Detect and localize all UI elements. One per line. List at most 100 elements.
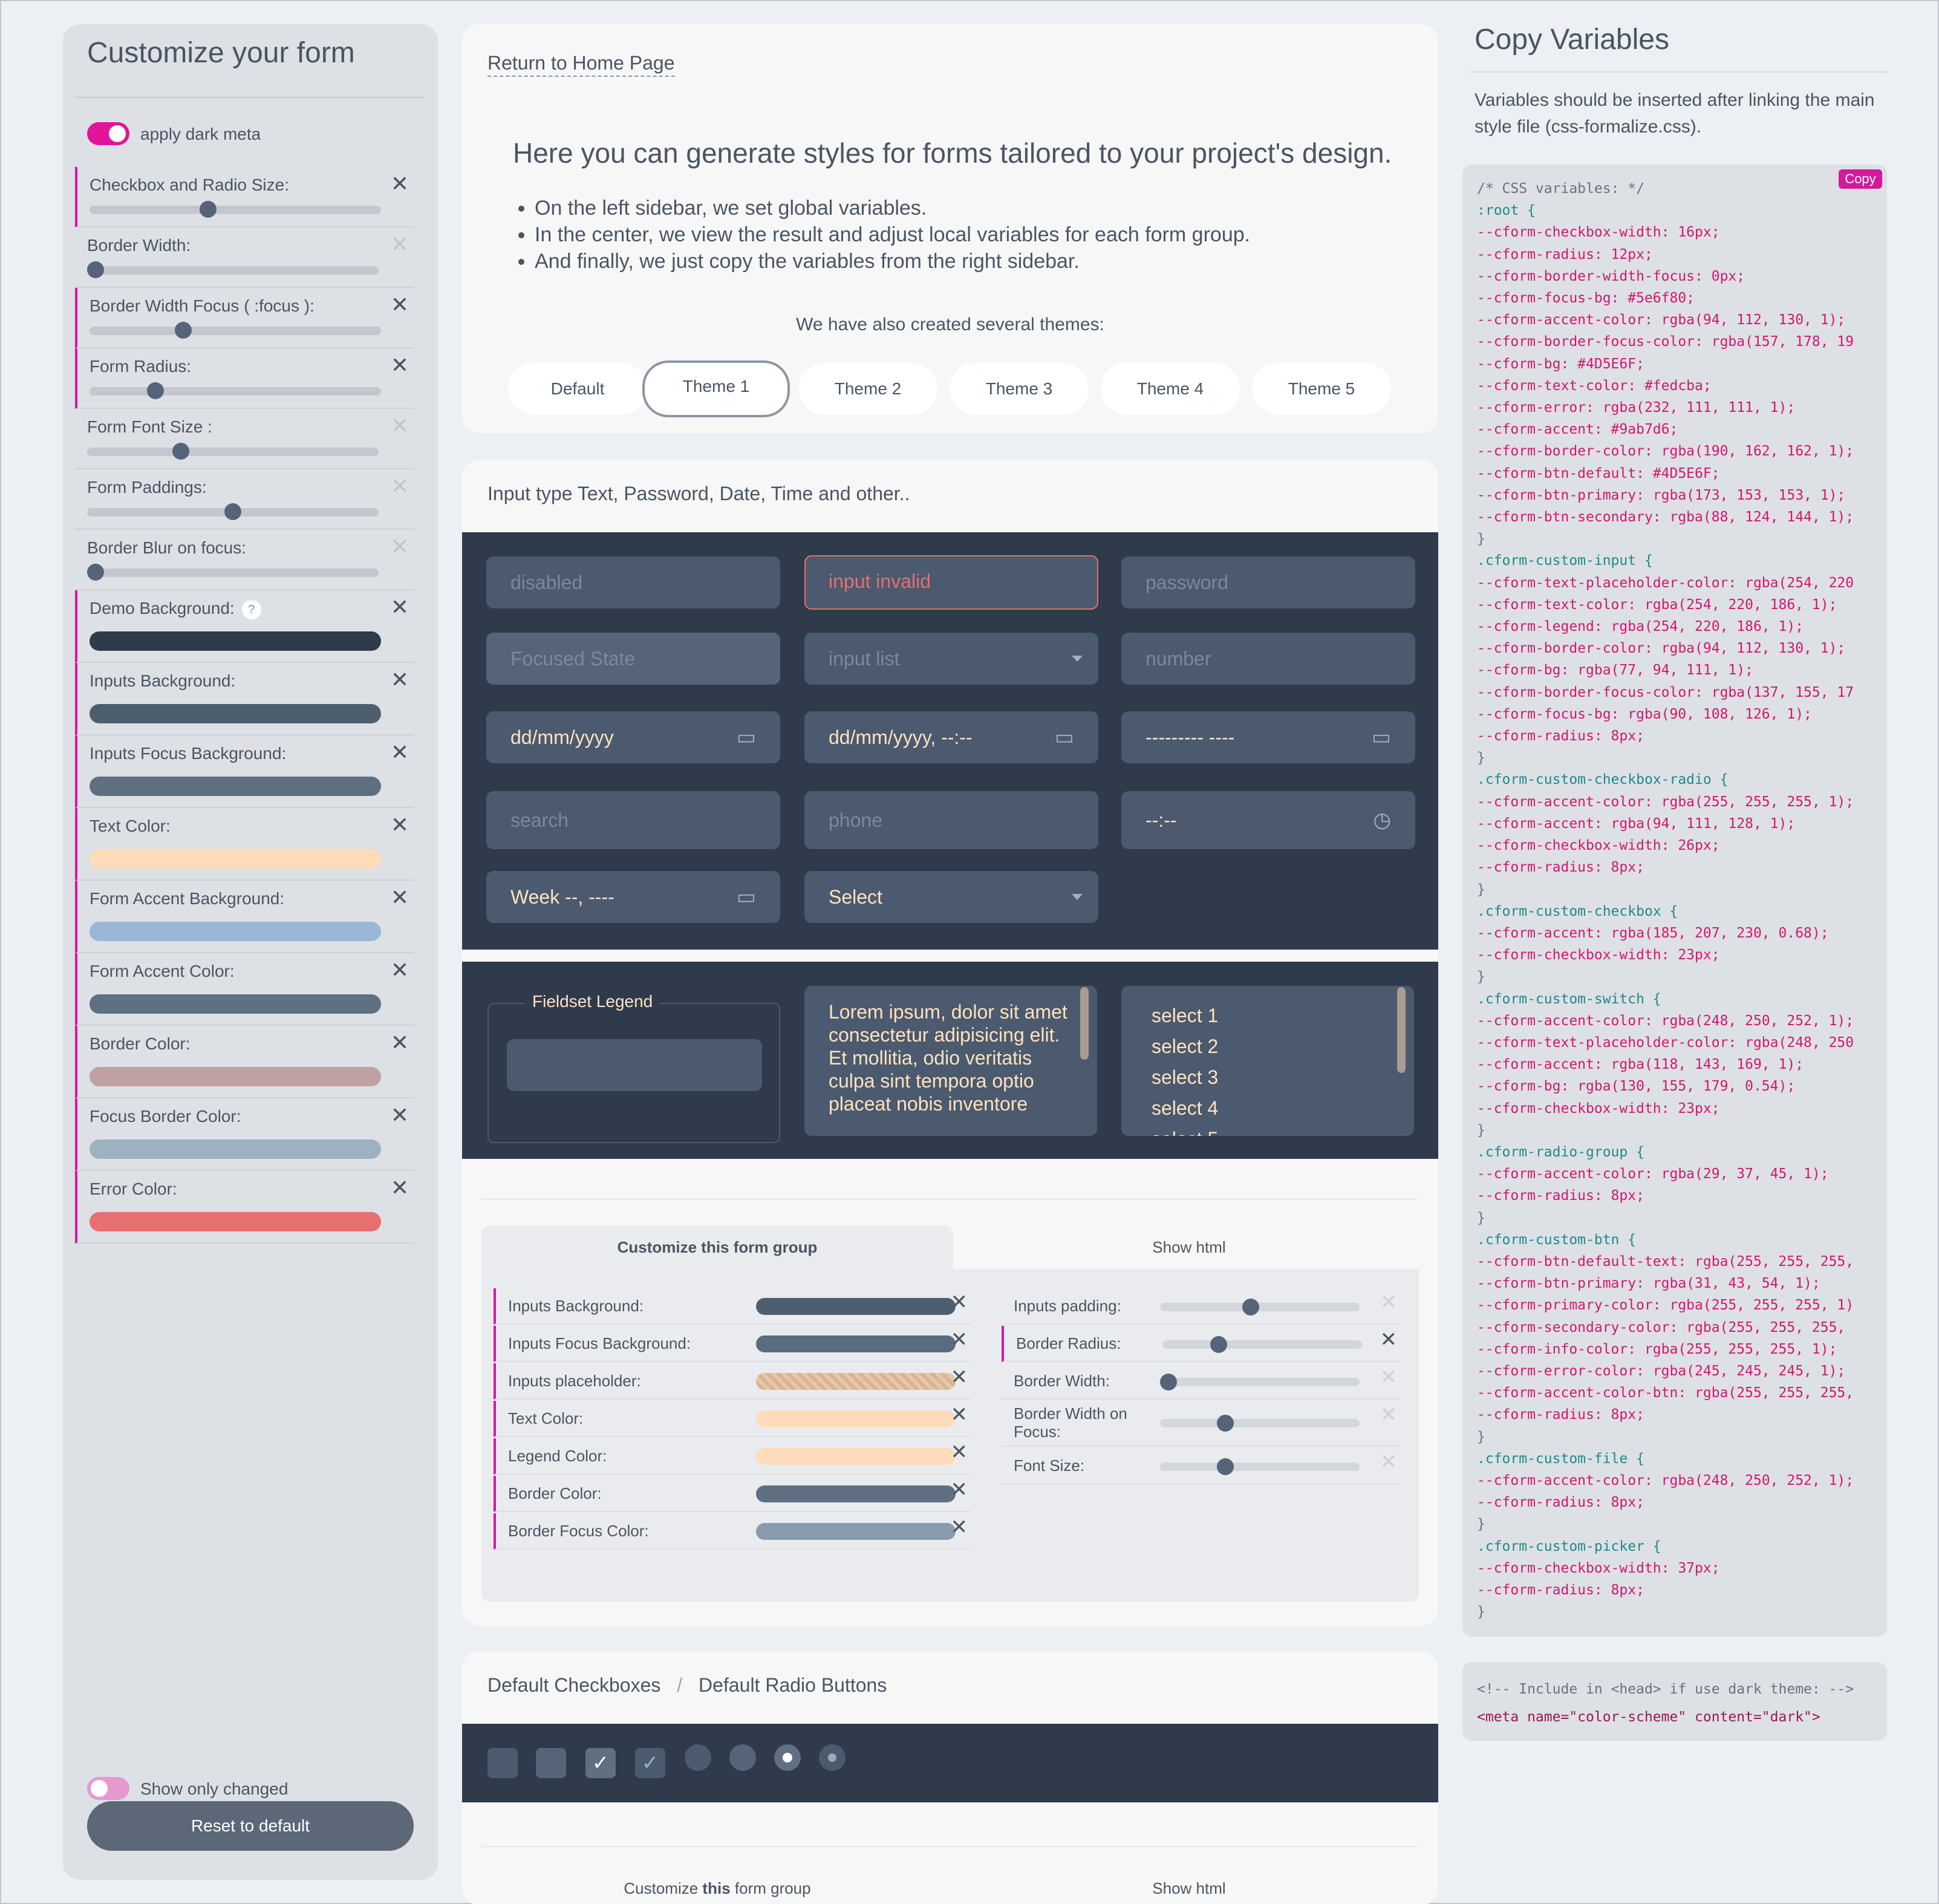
color-swatch[interactable]: [756, 1410, 956, 1427]
slider-track[interactable]: [1160, 1374, 1360, 1391]
reset-setting-icon[interactable]: ✕: [951, 1292, 968, 1312]
multi-select[interactable]: select 1 select 2 select 3 select 4 sele…: [1121, 986, 1414, 1136]
select-input[interactable]: Select: [804, 871, 1098, 923]
reset-setting-icon[interactable]: ✕: [1380, 1292, 1398, 1312]
color-swatch[interactable]: [90, 631, 381, 651]
color-swatch[interactable]: [756, 1298, 956, 1315]
theme-default-button[interactable]: Default: [508, 363, 647, 415]
dark-meta-toggle[interactable]: [87, 122, 129, 145]
color-swatch[interactable]: [90, 704, 381, 723]
slider-track[interactable]: [1160, 1415, 1360, 1432]
checkbox[interactable]: [487, 1748, 518, 1778]
clock-icon[interactable]: ◷: [1373, 791, 1391, 849]
reset-setting-icon[interactable]: ✕: [391, 669, 409, 691]
reset-setting-icon[interactable]: ✕: [951, 1479, 968, 1500]
help-icon[interactable]: ?: [241, 599, 261, 619]
slider-thumb[interactable]: [224, 503, 241, 520]
theme-2-button[interactable]: Theme 2: [798, 363, 937, 415]
slider-track[interactable]: [1160, 1299, 1360, 1316]
tab-customize[interactable]: Customize this form group: [481, 1225, 953, 1269]
checkbox-checked-disabled[interactable]: ✓: [635, 1748, 665, 1778]
reset-setting-icon[interactable]: ✕: [1380, 1452, 1398, 1472]
radio-checked-disabled[interactable]: [819, 1744, 846, 1771]
reset-setting-icon[interactable]: ✕: [951, 1442, 968, 1462]
show-changed-toggle[interactable]: [87, 1777, 129, 1800]
slider-thumb[interactable]: [87, 261, 104, 278]
color-swatch[interactable]: [90, 849, 381, 869]
reset-setting-icon[interactable]: ✕: [391, 814, 409, 836]
meta-code-block[interactable]: <!-- Include in <head> if use dark theme…: [1462, 1662, 1887, 1741]
phone-input[interactable]: phone: [804, 791, 1098, 849]
focused-input[interactable]: Focused State: [486, 633, 780, 685]
checkbox[interactable]: [536, 1748, 566, 1778]
reset-setting-icon[interactable]: ✕: [391, 173, 409, 195]
slider-thumb[interactable]: [1160, 1374, 1177, 1391]
color-swatch[interactable]: [90, 1067, 381, 1086]
theme-5-button[interactable]: Theme 5: [1252, 363, 1391, 415]
reset-setting-icon[interactable]: ✕: [1380, 1367, 1398, 1387]
reset-setting-icon[interactable]: ✕: [391, 1104, 409, 1126]
tab-show-html[interactable]: Show html: [953, 1225, 1425, 1269]
reset-button[interactable]: Reset to default: [87, 1801, 414, 1851]
tab-show-html[interactable]: Show html: [953, 1870, 1425, 1904]
reset-setting-icon[interactable]: ✕: [1380, 1329, 1398, 1350]
password-input[interactable]: password: [1121, 556, 1415, 608]
slider-track[interactable]: [1162, 1336, 1362, 1353]
datalist-input[interactable]: input list: [804, 633, 1098, 685]
slider-track[interactable]: [1160, 1458, 1360, 1475]
slider-track[interactable]: [90, 382, 381, 399]
list-item[interactable]: select 4: [1152, 1093, 1384, 1124]
reset-setting-icon[interactable]: ✕: [391, 475, 409, 497]
reset-setting-icon[interactable]: ✕: [951, 1404, 968, 1425]
theme-3-button[interactable]: Theme 3: [950, 363, 1089, 415]
list-item[interactable]: select 5: [1152, 1124, 1384, 1136]
reset-setting-icon[interactable]: ✕: [391, 233, 409, 255]
reset-setting-icon[interactable]: ✕: [391, 1177, 409, 1199]
reset-setting-icon[interactable]: ✕: [951, 1329, 968, 1350]
slider-thumb[interactable]: [1216, 1458, 1234, 1475]
reset-setting-icon[interactable]: ✕: [391, 1032, 409, 1054]
textarea[interactable]: Lorem ipsum, dolor sit amet consectetur …: [804, 986, 1097, 1136]
slider-track[interactable]: [90, 322, 381, 339]
slider-track[interactable]: [90, 201, 381, 218]
slider-thumb[interactable]: [147, 382, 165, 399]
week-input[interactable]: Week --, ---- ▭: [486, 871, 780, 923]
list-item[interactable]: select 1: [1152, 1000, 1384, 1031]
theme-1-button[interactable]: Theme 1: [642, 360, 790, 417]
color-swatch[interactable]: [756, 1373, 956, 1390]
reset-setting-icon[interactable]: ✕: [391, 596, 409, 618]
slider-track[interactable]: [87, 503, 379, 520]
color-swatch[interactable]: [90, 1212, 381, 1231]
color-swatch[interactable]: [756, 1448, 956, 1465]
radio[interactable]: [685, 1744, 711, 1771]
slider-thumb[interactable]: [172, 443, 189, 460]
number-input[interactable]: number: [1121, 633, 1415, 685]
reset-setting-icon[interactable]: ✕: [391, 354, 409, 376]
reset-setting-icon[interactable]: ✕: [391, 294, 409, 316]
calendar-icon[interactable]: ▭: [737, 871, 756, 923]
slider-thumb[interactable]: [87, 564, 104, 581]
color-swatch[interactable]: [90, 1139, 381, 1159]
color-swatch[interactable]: [756, 1523, 956, 1540]
slider-thumb[interactable]: [1210, 1336, 1227, 1353]
slider-thumb[interactable]: [1216, 1415, 1234, 1432]
calendar-icon[interactable]: ▭: [1372, 711, 1391, 763]
reset-setting-icon[interactable]: ✕: [391, 959, 409, 981]
tab-customize[interactable]: Customize this form group: [481, 1870, 953, 1904]
radio-checked[interactable]: [774, 1744, 801, 1771]
checkbox-checked[interactable]: ✓: [585, 1748, 616, 1778]
reset-setting-icon[interactable]: ✕: [391, 887, 409, 908]
time-input[interactable]: --:-- ◷: [1121, 791, 1415, 849]
reset-setting-icon[interactable]: ✕: [391, 742, 409, 763]
color-swatch[interactable]: [756, 1485, 956, 1502]
color-swatch[interactable]: [756, 1335, 956, 1352]
list-item[interactable]: select 3: [1152, 1062, 1384, 1093]
month-input[interactable]: --------- ---- ▭: [1121, 711, 1415, 763]
slider-thumb[interactable]: [174, 322, 192, 339]
fieldset-input[interactable]: [507, 1039, 762, 1091]
color-swatch[interactable]: [90, 994, 381, 1014]
scrollbar[interactable]: [1080, 987, 1089, 1060]
search-input[interactable]: search: [486, 791, 780, 849]
calendar-icon[interactable]: ▭: [1055, 711, 1074, 763]
color-swatch[interactable]: [90, 777, 381, 796]
